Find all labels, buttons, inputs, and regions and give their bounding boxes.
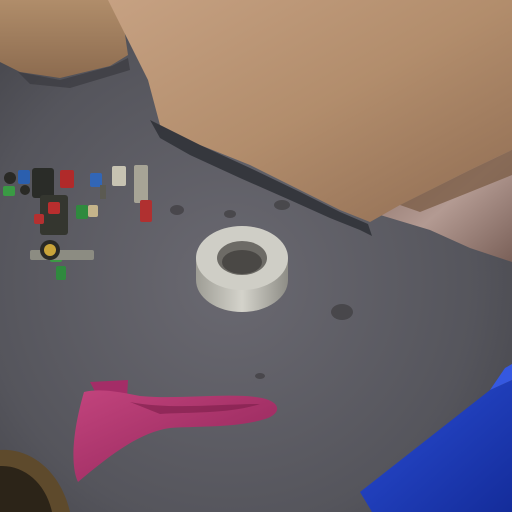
scene-canvas xyxy=(0,0,512,512)
duct-tape-roll xyxy=(196,226,288,312)
